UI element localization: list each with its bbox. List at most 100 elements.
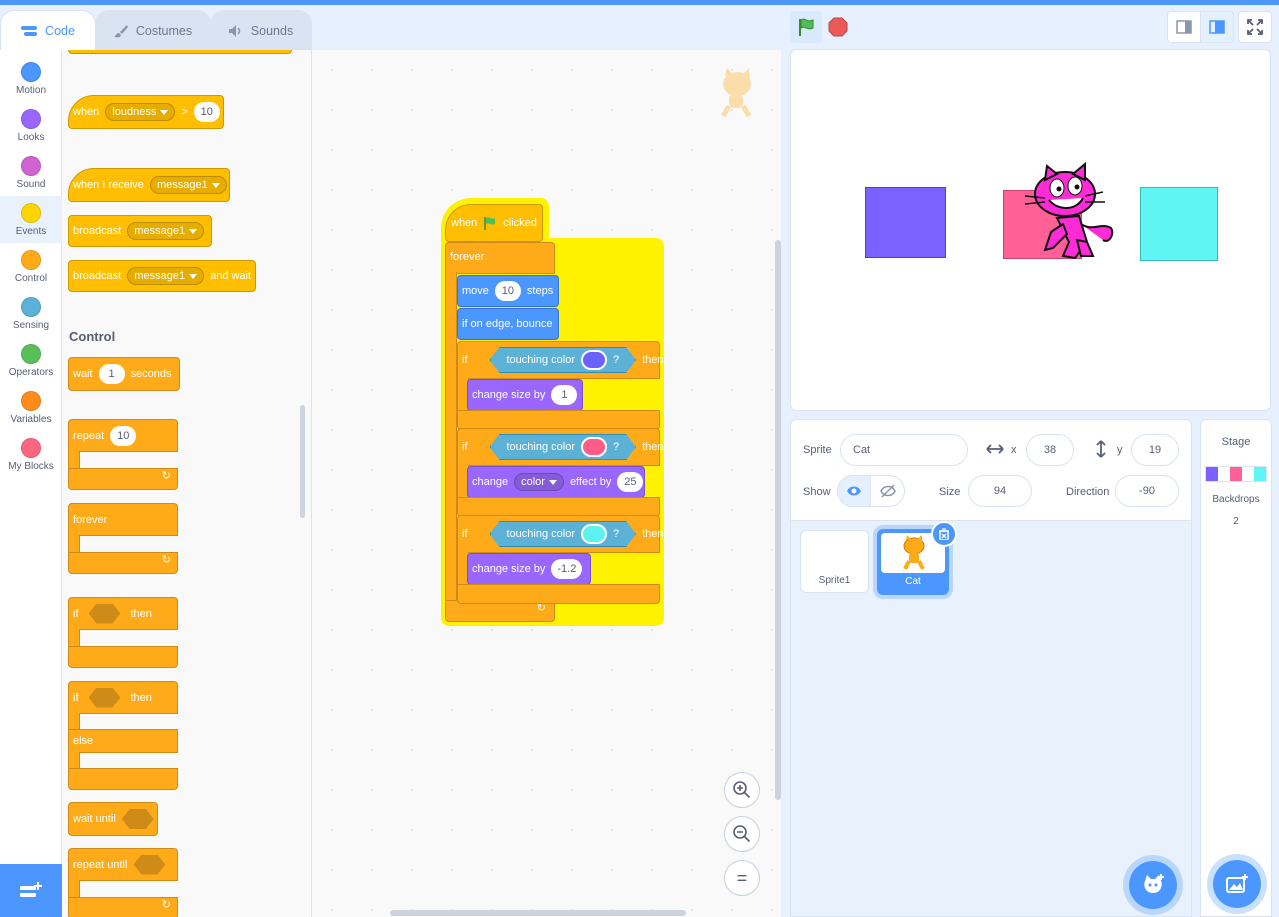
- touching-color-sensor[interactable]: touching color ?: [490, 434, 637, 460]
- condition-slot[interactable]: [88, 687, 121, 708]
- color-swatch-purple[interactable]: [581, 350, 607, 370]
- wait-value-input[interactable]: 1: [98, 364, 125, 384]
- repeat-until-block[interactable]: repeat until ↻: [68, 848, 178, 917]
- change-size-block[interactable]: change size by 1: [467, 379, 583, 411]
- color-swatch-cyan[interactable]: [581, 524, 607, 544]
- touching-color-sensor[interactable]: touching color ?: [490, 521, 637, 547]
- tab-code[interactable]: Code: [0, 10, 96, 50]
- category-sound[interactable]: Sound: [0, 149, 62, 196]
- category-events[interactable]: Events: [0, 196, 62, 243]
- block-text: when: [73, 106, 100, 118]
- sprite-tile-sprite1[interactable]: Sprite1: [800, 530, 869, 593]
- sprite-name-input[interactable]: Cat: [840, 434, 968, 466]
- palette-block-partial[interactable]: [68, 50, 292, 54]
- fullscreen-button[interactable]: [1238, 11, 1272, 43]
- script-workspace[interactable]: when clicked forever ↻ move 10 steps if …: [312, 50, 781, 917]
- category-sensing[interactable]: Sensing: [0, 290, 62, 337]
- effect-value-input[interactable]: 25: [617, 472, 644, 492]
- when-i-receive-block[interactable]: when I receive message1: [68, 168, 230, 202]
- else-row: else: [68, 729, 178, 753]
- add-extension-icon: [20, 881, 42, 897]
- repeat-value-input[interactable]: 10: [110, 425, 137, 446]
- change-effect-block[interactable]: change color effect by 25: [467, 466, 645, 498]
- if-touching-pink-block[interactable]: if touching color ? then: [457, 428, 664, 466]
- if-touching-purple-block[interactable]: if touching color ? then: [457, 341, 664, 379]
- color-swatch-pink[interactable]: [581, 437, 607, 457]
- small-stage-button[interactable]: [1167, 11, 1201, 43]
- block-text: if: [73, 691, 79, 704]
- forever-header[interactable]: forever: [445, 242, 555, 274]
- repeat-block[interactable]: repeat 10 ↻: [68, 419, 178, 491]
- show-hidden-button[interactable]: [870, 475, 905, 507]
- workspace-horizontal-scrollbar[interactable]: [390, 910, 686, 916]
- broadcast-block[interactable]: broadcast message1: [68, 215, 212, 247]
- size-change-input[interactable]: 1: [551, 385, 578, 405]
- size-input[interactable]: 94: [968, 475, 1032, 507]
- if-else-block[interactable]: if then else: [68, 681, 178, 793]
- wait-until-block[interactable]: wait until: [68, 802, 158, 836]
- block-text: if: [462, 354, 468, 366]
- choose-sprite-button[interactable]: [1129, 861, 1177, 909]
- block-text: if: [73, 607, 79, 620]
- stop-button[interactable]: [826, 15, 850, 39]
- bounce-block[interactable]: if on edge, bounce: [457, 308, 559, 340]
- workspace-vertical-scrollbar[interactable]: [775, 240, 781, 800]
- category-my-blocks[interactable]: My Blocks: [0, 431, 62, 478]
- forever-block-header: forever: [68, 503, 178, 536]
- touching-color-sensor[interactable]: touching color ?: [490, 347, 637, 373]
- move-steps-block[interactable]: move 10 steps: [457, 275, 559, 307]
- backdrops-count: 2: [1233, 516, 1239, 527]
- forever-block[interactable]: forever ↻: [68, 503, 178, 574]
- zoom-in-button[interactable]: [724, 772, 760, 808]
- move-steps-input[interactable]: 10: [494, 281, 521, 301]
- stage-selector[interactable]: Stage Backdrops 2: [1200, 419, 1272, 917]
- category-control[interactable]: Control: [0, 243, 62, 290]
- zoom-reset-button[interactable]: =: [724, 860, 760, 896]
- palette-scrollbar[interactable]: [300, 405, 305, 518]
- delete-sprite-button[interactable]: [931, 521, 957, 547]
- loudness-value-input[interactable]: 10: [193, 102, 220, 122]
- choose-backdrop-button[interactable]: [1213, 860, 1261, 908]
- category-operators[interactable]: Operators: [0, 337, 62, 384]
- when-loudness-block[interactable]: when loudness > 10: [68, 95, 224, 129]
- category-label: Sensing: [12, 320, 50, 331]
- green-flag-button[interactable]: [790, 11, 822, 43]
- dropdown-text: loudness: [112, 106, 157, 118]
- block-text: forever: [450, 251, 485, 263]
- green-flag-script[interactable]: when clicked forever ↻ move 10 steps if …: [445, 202, 664, 622]
- cat-sprite[interactable]: [1023, 162, 1117, 260]
- tab-sounds[interactable]: Sounds: [210, 10, 312, 50]
- category-looks[interactable]: Looks: [0, 102, 62, 149]
- block-text: and wait: [210, 270, 252, 282]
- show-visible-button[interactable]: [837, 475, 871, 507]
- category-motion[interactable]: Motion: [0, 55, 62, 102]
- caret-icon: [548, 479, 557, 485]
- y-position-input[interactable]: 19: [1131, 434, 1179, 466]
- category-variables[interactable]: Variables: [0, 384, 62, 431]
- add-extension-button[interactable]: [0, 864, 62, 917]
- effect-dropdown[interactable]: color: [514, 473, 564, 491]
- loudness-dropdown[interactable]: loudness: [105, 103, 176, 121]
- if-then-block[interactable]: if then: [68, 597, 178, 669]
- stage-canvas[interactable]: [790, 49, 1271, 411]
- normal-stage-button[interactable]: [1200, 11, 1234, 43]
- change-size-block-2[interactable]: change size by -1.2: [467, 553, 591, 585]
- x-position-input[interactable]: 38: [1026, 434, 1074, 466]
- condition-slot[interactable]: [88, 603, 121, 624]
- zoom-out-button[interactable]: [724, 816, 760, 852]
- wait-seconds-block[interactable]: wait 1 seconds: [68, 357, 180, 391]
- broadcast-and-wait-block[interactable]: broadcast message1 and wait: [68, 260, 256, 292]
- block-text: steps: [526, 285, 554, 297]
- block-text: move: [462, 285, 489, 297]
- message-dropdown[interactable]: message1: [149, 176, 227, 194]
- direction-input[interactable]: -90: [1115, 475, 1179, 507]
- broadcast-dropdown[interactable]: message1: [127, 222, 205, 240]
- tab-costumes[interactable]: Costumes: [95, 10, 211, 50]
- condition-slot[interactable]: [133, 854, 166, 875]
- if-touching-cyan-block[interactable]: if touching color ? then: [457, 515, 664, 553]
- when-flag-clicked-block[interactable]: when clicked: [445, 204, 543, 242]
- broadcast-wait-dropdown[interactable]: message1: [127, 267, 205, 285]
- condition-slot[interactable]: [121, 809, 154, 829]
- size-change-input-2[interactable]: -1.2: [551, 559, 583, 579]
- sprite-tile-cat[interactable]: Cat: [877, 521, 957, 595]
